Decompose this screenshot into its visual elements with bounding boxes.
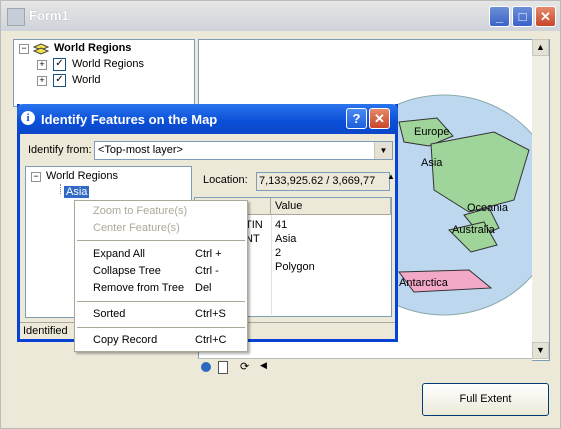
layer-checkbox[interactable]: ✓: [53, 74, 66, 87]
grid-value: 41: [275, 219, 288, 231]
globe-icon[interactable]: [201, 362, 211, 372]
grid-header-value: Value: [271, 198, 391, 215]
info-icon: i: [21, 111, 35, 125]
collapse-toggle[interactable]: −: [31, 172, 41, 182]
feature-tree-root[interactable]: World Regions: [46, 170, 118, 182]
menu-separator: [77, 301, 245, 302]
close-button[interactable]: ✕: [535, 6, 556, 27]
shortcut-remove-from-tree: Del: [195, 282, 212, 294]
refresh-icon[interactable]: ⟳: [240, 360, 249, 373]
tree-line: [60, 184, 62, 194]
menu-item-center-feature[interactable]: Center Feature(s): [93, 222, 180, 234]
menu-item-remove-from-tree[interactable]: Remove from Tree: [93, 282, 184, 294]
layer-label[interactable]: World Regions: [72, 58, 144, 70]
full-extent-button[interactable]: Full Extent: [422, 383, 549, 416]
title-bar[interactable]: Form1 _ □ ✕: [1, 1, 560, 31]
context-menu: Zoom to Feature(s) Center Feature(s) Exp…: [74, 200, 248, 352]
help-button[interactable]: ?: [346, 108, 367, 129]
shortcut-sorted: Ctrl+S: [195, 308, 226, 320]
map-vertical-scrollbar[interactable]: ▲ ▼: [532, 39, 549, 359]
shortcut-copy-record: Ctrl+C: [195, 334, 227, 346]
map-toolbar: ⟳ ◀: [198, 358, 532, 376]
layer-label[interactable]: World: [72, 74, 101, 86]
dialog-title: Identify Features on the Map: [41, 112, 218, 127]
identify-from-label: Identify from:: [28, 144, 92, 156]
menu-item-copy-record[interactable]: Copy Record: [93, 334, 157, 346]
page-icon[interactable]: [218, 361, 228, 374]
expand-toggle[interactable]: +: [37, 60, 47, 70]
menu-separator: [77, 327, 245, 328]
menu-item-sorted[interactable]: Sorted: [93, 308, 125, 320]
grid-value: Asia: [275, 233, 297, 245]
map-label: Asia: [421, 157, 443, 169]
feature-tree-selected[interactable]: Asia: [64, 186, 90, 198]
menu-item-expand-all[interactable]: Expand All: [93, 248, 145, 260]
map-label: Australia: [452, 224, 495, 236]
layer-checkbox[interactable]: ✓: [53, 58, 66, 71]
identify-from-select[interactable]: <Top-most layer> ▼: [94, 141, 393, 160]
scroll-down-button[interactable]: ▼: [532, 342, 549, 359]
layer-tree[interactable]: − World Regions + ✓ World Regions + ✓ Wo…: [13, 39, 195, 107]
dialog-close-button[interactable]: ✕: [369, 108, 390, 129]
shortcut-expand-all: Ctrl +: [195, 248, 222, 260]
menu-item-zoom-to-feature[interactable]: Zoom to Feature(s): [93, 205, 187, 217]
app-icon: [7, 8, 25, 26]
map-label: Europe: [414, 126, 450, 138]
tree-root-label[interactable]: World Regions: [54, 42, 131, 54]
map-label: Oceania: [467, 202, 508, 214]
menu-item-collapse-tree[interactable]: Collapse Tree: [93, 265, 161, 277]
grid-value: 2: [275, 247, 282, 259]
layers-icon: [33, 43, 49, 55]
location-label: Location:: [203, 174, 248, 186]
resize-arrow-icon: ▲: [387, 172, 395, 181]
identify-from-value: <Top-most layer>: [98, 144, 183, 156]
expand-toggle[interactable]: +: [37, 76, 47, 86]
shortcut-collapse-tree: Ctrl -: [195, 265, 219, 277]
grid-value: Polygon: [275, 261, 315, 273]
dialog-title-bar[interactable]: i Identify Features on the Map ? ✕: [17, 104, 398, 134]
collapse-toggle[interactable]: −: [19, 44, 29, 54]
location-value: 7,133,925.62 / 3,669,77: [256, 172, 390, 191]
menu-separator: [77, 240, 245, 241]
status-text: Identified: [23, 325, 68, 337]
window-title: Form1: [29, 8, 69, 23]
scroll-up-button[interactable]: ▲: [532, 39, 549, 56]
chevron-down-icon[interactable]: ▼: [374, 142, 392, 159]
scroll-left-button[interactable]: ◀: [260, 360, 267, 371]
grid-divider: [271, 215, 272, 315]
maximize-button[interactable]: □: [512, 6, 533, 27]
minimize-button[interactable]: _: [489, 6, 510, 27]
map-label: Antarctica: [399, 277, 448, 289]
